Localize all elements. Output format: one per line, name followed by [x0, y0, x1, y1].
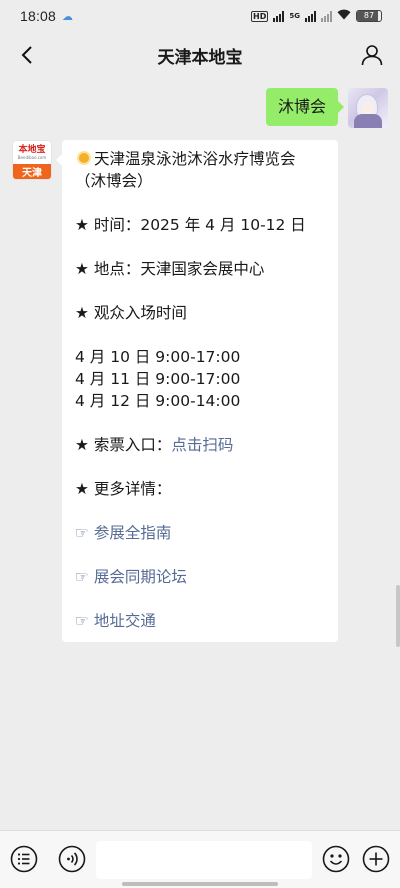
event-place: ★ 地点：天津国家会展中心: [75, 260, 265, 278]
avatar-logo-url: Bendibao.com: [17, 155, 47, 160]
home-indicator[interactable]: [122, 882, 278, 886]
plus-icon: [362, 845, 390, 873]
chat-title: 天津本地宝: [157, 47, 243, 68]
cloud-icon: ☁: [62, 9, 74, 23]
ticket-scan-link[interactable]: 点击扫码: [171, 436, 233, 454]
more-details-heading: ★ 更多详情：: [75, 480, 172, 498]
outgoing-message: 沐博会: [265, 88, 388, 128]
outgoing-bubble[interactable]: 沐博会: [265, 88, 345, 126]
chat-header: 天津本地宝: [0, 32, 400, 78]
person-icon: [361, 45, 383, 66]
pointing-hand-icon: ☞: [75, 524, 94, 542]
avatar-city: 天津: [13, 164, 51, 179]
battery-icon: 87: [356, 10, 382, 22]
menu-button[interactable]: [10, 845, 38, 873]
back-button[interactable]: [14, 42, 40, 68]
network-type: 5G: [289, 11, 300, 20]
exhibitor-guide-link[interactable]: 参展全指南: [94, 524, 172, 542]
voice-icon: [58, 845, 86, 873]
message-title-line2: （沐博会）: [75, 172, 153, 190]
pointing-hand-icon: ☞: [75, 568, 94, 586]
voice-button[interactable]: [58, 845, 86, 873]
forum-link[interactable]: 展会同期论坛: [94, 568, 187, 586]
user-avatar[interactable]: [348, 88, 388, 128]
message-title: 天津温泉泳池沐浴水疗博览会: [75, 148, 326, 170]
incoming-message: 本地宝 Bendibao.com 天津 天津温泉泳池沐浴水疗博览会 （沐博会） …: [12, 140, 338, 642]
status-bar: 18:08 ☁ HD 5G 87: [0, 0, 400, 32]
schedule-line: 4 月 11 日 9:00-17:00: [75, 370, 241, 388]
message-input[interactable]: [96, 841, 312, 879]
avatar-logo-text: 本地宝: [18, 145, 46, 155]
signal-icon: [273, 10, 285, 22]
menu-icon: [10, 845, 38, 873]
hd-icon: HD: [251, 10, 269, 22]
status-indicators: HD 5G 87: [251, 9, 382, 23]
details-link-row: ☞ 参展全指南: [75, 522, 326, 544]
schedule-line: 4 月 12 日 9:00-14:00: [75, 392, 241, 410]
scrollbar-thumb[interactable]: [396, 585, 400, 647]
address-traffic-link[interactable]: 地址交通: [94, 612, 156, 630]
profile-button[interactable]: [358, 41, 386, 69]
wifi-icon: [337, 9, 351, 23]
signal-icon-secondary: [305, 10, 316, 22]
entry-time-heading: ★ 观众入场时间: [75, 304, 187, 322]
sun-icon: [75, 149, 93, 167]
input-bar: [0, 830, 400, 888]
emoji-button[interactable]: [322, 845, 350, 873]
signal-icon-empty: [321, 10, 332, 22]
bendibao-avatar[interactable]: 本地宝 Bendibao.com 天津: [12, 140, 52, 180]
more-button[interactable]: [362, 845, 390, 873]
details-link-row: ☞ 展会同期论坛: [75, 566, 326, 588]
event-time: ★ 时间：2025 年 4 月 10-12 日: [75, 216, 306, 234]
emoji-icon: [322, 845, 350, 873]
battery-level: 87: [363, 11, 375, 20]
status-time: 18:08: [20, 8, 57, 24]
details-link-row: ☞ 地址交通: [75, 610, 326, 632]
back-icon: [21, 46, 32, 64]
incoming-bubble: 天津温泉泳池沐浴水疗博览会 （沐博会） ★ 时间：2025 年 4 月 10-1…: [56, 140, 338, 642]
pointing-hand-icon: ☞: [75, 612, 94, 630]
ticket-entry: ★ 索票入口：点击扫码: [75, 436, 234, 454]
outgoing-text: 沐博会: [277, 97, 326, 116]
schedule-line: 4 月 10 日 9:00-17:00: [75, 348, 241, 366]
